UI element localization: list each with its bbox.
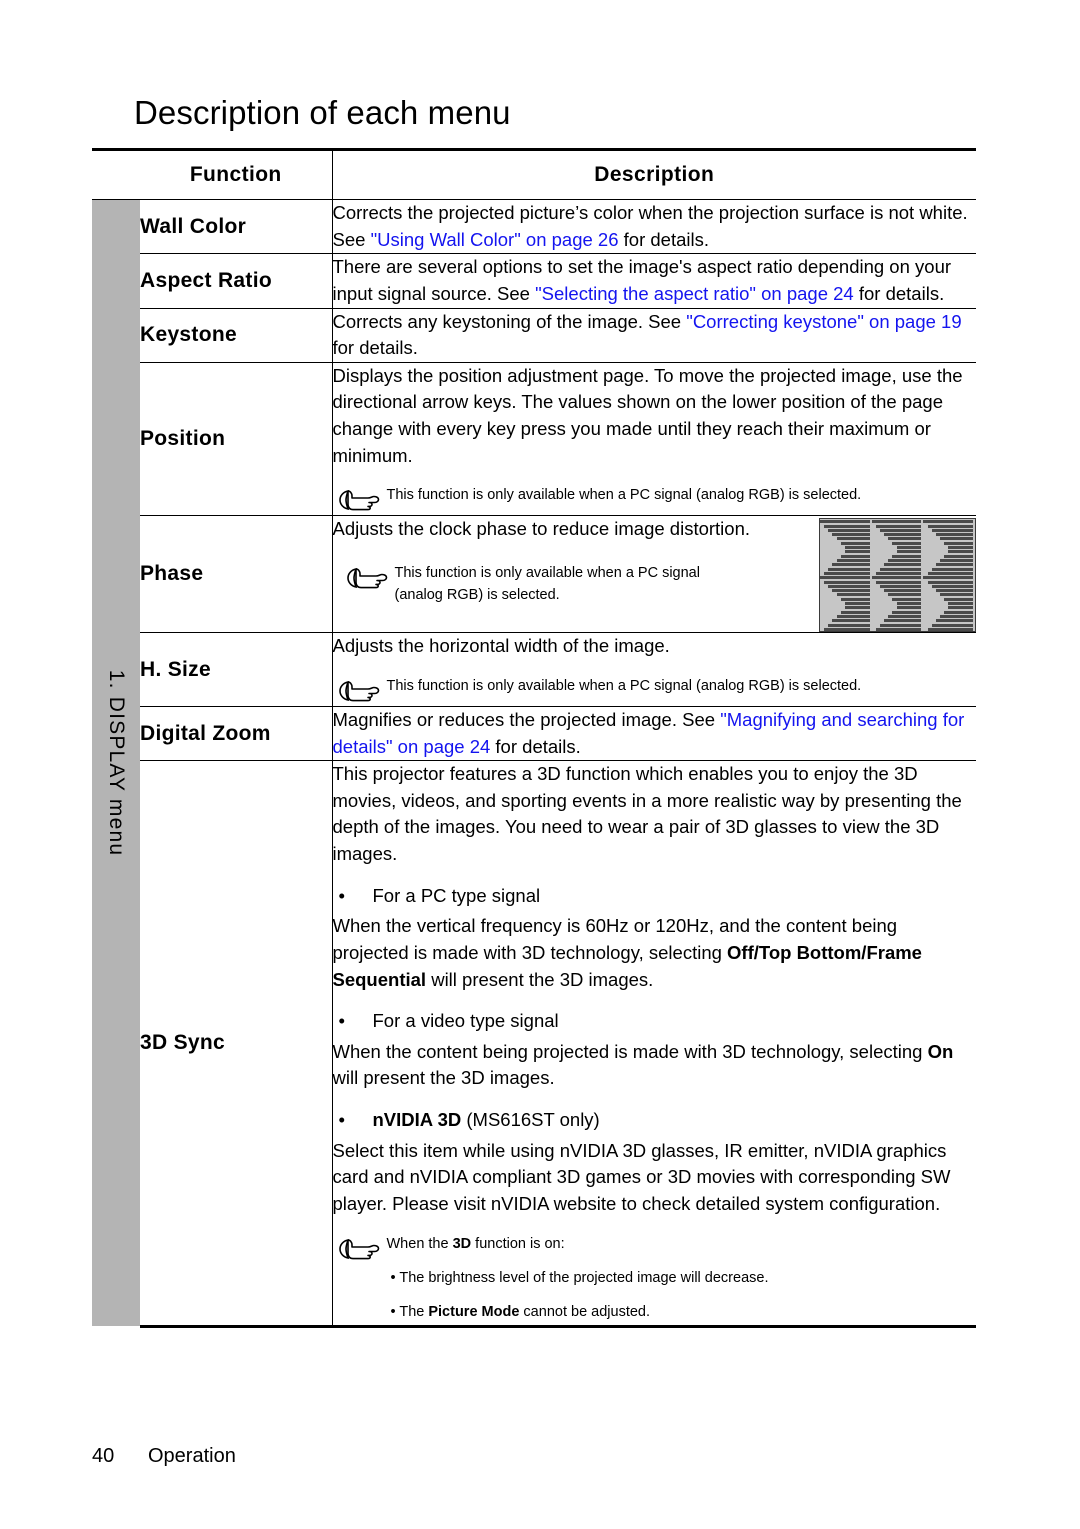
- description-phase: Adjusts the clock phase to reduce image …: [332, 515, 976, 634]
- bullet-item: • For a video type signal: [333, 1008, 977, 1035]
- rail-header-spacer: [92, 148, 140, 200]
- note-block: This function is only available when a P…: [333, 483, 977, 513]
- function-name-aspect-ratio: Aspect Ratio: [140, 253, 333, 309]
- display-menu-rail: 1. DISPLAY menu: [92, 199, 140, 1327]
- bullet-dot: •: [338, 1010, 345, 1032]
- column-header-description: Description: [332, 148, 976, 200]
- table-row: Aspect Ratio There are several options t…: [92, 253, 976, 309]
- page-title: Description of each menu: [134, 94, 511, 131]
- page-footer: 40 Operation: [92, 1445, 236, 1468]
- table-row: H. Size Adjusts the horizontal width of …: [92, 632, 977, 707]
- desc-text: Adjusts the clock phase to reduce image …: [332, 518, 751, 540]
- pointing-hand-icon: [337, 487, 387, 513]
- footer-page-number: 40: [92, 1445, 115, 1467]
- note-bullet-2-post: cannot be adjusted.: [519, 1303, 651, 1320]
- table-row: 1. DISPLAY menu Wall Color Corrects the …: [92, 199, 976, 1327]
- description-keystone: Corrects any keystoning of the image. Se…: [332, 308, 976, 363]
- note-block: When the 3D function is on: • The bright…: [333, 1232, 977, 1323]
- desc-text-tail: will present the 3D images.: [426, 968, 654, 990]
- note-block: This function is only available when a P…: [333, 674, 977, 704]
- desc-text-tail: for details.: [618, 228, 709, 250]
- note-text: This function is only available when a P…: [386, 677, 862, 694]
- table-header-row: Function Description: [92, 148, 976, 200]
- note-text: This function is only available when a P…: [394, 564, 700, 603]
- desc-text: Magnifies or reduces the projected image…: [332, 708, 721, 730]
- note-bullet-1: • The brightness level of the projected …: [390, 1269, 769, 1286]
- rail-label: 1. DISPLAY menu: [105, 669, 129, 857]
- function-name-h-size: H. Size: [140, 632, 333, 707]
- note-text-group: When the 3D function is on: • The bright…: [387, 1232, 977, 1323]
- menu-description-table-wrap: Function Description 1. DISPLAY menu Wal…: [92, 148, 976, 1328]
- desc-text: Adjusts the horizontal width of the imag…: [332, 635, 670, 657]
- desc-text: Displays the position adjustment page. T…: [332, 364, 963, 466]
- note-bullet-2-bold: Picture Mode: [428, 1303, 520, 1320]
- table-row: Position Displays the position adjustmen…: [92, 362, 977, 517]
- pointing-hand-icon: [345, 565, 395, 591]
- pointing-hand-icon: [337, 678, 387, 704]
- note-text: This function is only available when a P…: [386, 487, 862, 504]
- bullet-label-rest: (MS616ST only): [461, 1109, 600, 1130]
- emphasis-option-values: On: [927, 1040, 954, 1062]
- description-wall-color: Corrects the projected picture’s color w…: [332, 199, 976, 255]
- phase-sample-image: [819, 518, 976, 633]
- description-3d-sync: This projector features a 3D function wh…: [332, 760, 977, 1328]
- bullet-item: • For a PC type signal: [333, 883, 977, 910]
- description-position: Displays the position adjustment page. T…: [332, 362, 977, 517]
- cross-reference-link[interactable]: "Selecting the aspect ratio" on page 24: [535, 283, 854, 304]
- function-name-3d-sync: 3D Sync: [140, 760, 333, 1328]
- cross-reference-link[interactable]: "Using Wall Color" on page 26: [371, 229, 619, 250]
- cross-reference-link[interactable]: "Correcting keystone" on page 19: [686, 311, 961, 332]
- note-bullet-2: • The Picture Mode cannot be adjusted.: [387, 1301, 977, 1323]
- table-row: Digital Zoom Magnifies or reduces the pr…: [92, 706, 976, 762]
- description-digital-zoom: Magnifies or reduces the projected image…: [332, 706, 976, 762]
- note-lead-post: function is on:: [471, 1235, 565, 1252]
- desc-text-tail: for details.: [490, 735, 581, 757]
- function-name-keystone: Keystone: [140, 308, 333, 363]
- note-lead: When the 3D function is on:: [387, 1233, 977, 1255]
- menu-description-table: Function Description 1. DISPLAY menu Wal…: [92, 148, 976, 1328]
- bullet-item: • nVIDIA 3D (MS616ST only): [333, 1107, 977, 1134]
- desc-intro: This projector features a 3D function wh…: [332, 763, 962, 864]
- function-name-wall-color: Wall Color: [140, 199, 333, 255]
- bullet-label: For a video type signal: [372, 1010, 559, 1032]
- pointing-hand-icon: [337, 1236, 387, 1262]
- desc-text: Corrects any keystoning of the image. Se…: [332, 310, 687, 332]
- desc-paragraph: When the vertical frequency is 60Hz or 1…: [333, 913, 977, 993]
- bullet-label: For a PC type signal: [372, 884, 541, 906]
- bullet-label-bold: nVIDIA 3D: [372, 1109, 462, 1130]
- table-row: 3D Sync This projector features a 3D fun…: [92, 760, 977, 1328]
- column-header-function: Function: [140, 148, 333, 200]
- note-block: This function is only available when a P…: [333, 561, 810, 606]
- footer-section-label: Operation: [148, 1445, 236, 1467]
- document-page: Description of each menu Function Descri…: [0, 0, 1080, 1529]
- note-bullet-2-pre: • The: [390, 1303, 429, 1320]
- desc-text-tail: for details.: [853, 282, 945, 304]
- table-row: Keystone Corrects any keystoning of the …: [92, 308, 976, 363]
- description-aspect-ratio: There are several options to set the ima…: [332, 253, 976, 309]
- bullet-dot: •: [338, 884, 345, 906]
- note-lead-bold: 3D: [452, 1235, 472, 1252]
- bullet-dot: •: [338, 1109, 345, 1130]
- table-row: Phase Adjusts the clock phase to reduce …: [92, 515, 976, 634]
- description-h-size: Adjusts the horizontal width of the imag…: [332, 632, 977, 707]
- desc-text-tail: for details.: [332, 337, 418, 359]
- function-name-phase: Phase: [140, 515, 333, 634]
- desc-paragraph: When the content being projected is made…: [333, 1039, 977, 1092]
- function-name-position: Position: [140, 362, 333, 517]
- function-name-digital-zoom: Digital Zoom: [140, 706, 333, 762]
- note-lead-pre: When the: [386, 1235, 453, 1252]
- desc-text: When the content being projected is made…: [332, 1040, 928, 1062]
- rail-label-wrap: 1. DISPLAY menu: [92, 200, 140, 1326]
- desc-paragraph: Select this item while using nVIDIA 3D g…: [332, 1139, 951, 1214]
- desc-text-tail: will present the 3D images.: [332, 1067, 555, 1089]
